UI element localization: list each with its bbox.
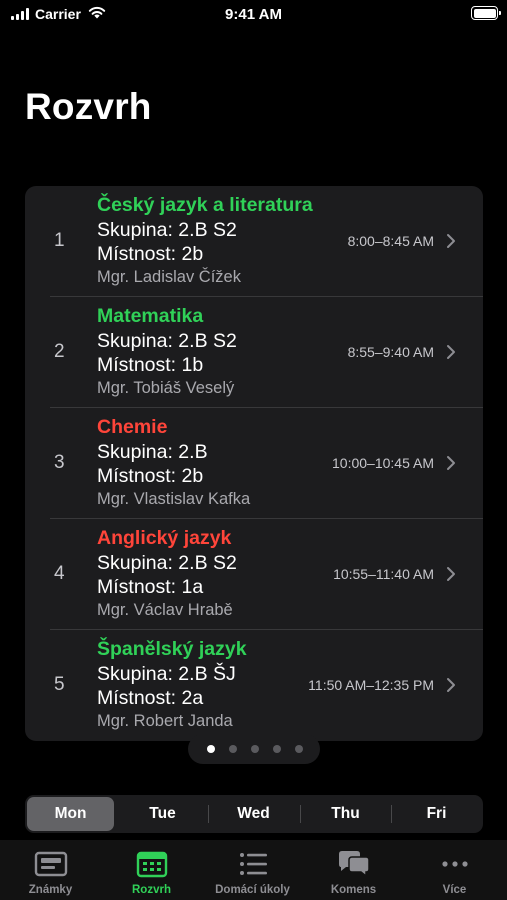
chevron-right-icon [447,345,455,359]
day-segment-thu[interactable]: Thu [302,797,389,831]
chevron-right-icon [447,456,455,470]
tab-label: Známky [28,884,73,896]
lesson-teacher: Mgr. Vlastislav Kafka [97,490,251,508]
lesson-subject: Španělský jazyk [97,638,247,660]
segment-divider [208,805,209,823]
lesson-number: 3 [54,452,65,473]
lesson-room: Místnost: 1b [97,354,204,376]
status-bar: Carrier 9:41 AM [0,0,507,28]
lesson-row[interactable]: 5 Španělský jazyk Skupina: 2.B ŠJ Místno… [25,630,483,741]
day-segment-fri[interactable]: Fri [393,797,480,831]
lesson-teacher: Mgr. Robert Janda [97,712,233,730]
calendar-icon [136,851,167,878]
lesson-subject: Anglický jazyk [97,527,232,549]
lesson-group: Skupina: 2.B [97,441,208,463]
lesson-number: 1 [54,230,65,251]
lesson-time: 8:00–8:45 AM [347,233,434,249]
lesson-number: 2 [54,341,65,362]
page-dot[interactable] [251,745,259,753]
day-segment-tue[interactable]: Tue [119,797,206,831]
lesson-subject: Matematika [97,305,204,327]
lesson-room: Místnost: 2b [97,465,204,487]
lesson-teacher: Mgr. Václav Hrabě [97,601,233,619]
lesson-room: Místnost: 2b [97,243,204,265]
lesson-time: 10:00–10:45 AM [332,455,434,471]
lessons-card: 1 Český jazyk a literatura Skupina: 2.B … [25,186,483,741]
lesson-subject: Chemie [97,416,168,438]
lesson-time: 11:50 AM–12:35 PM [308,677,434,693]
lesson-group: Skupina: 2.B S2 [97,330,237,352]
tab-label: Komens [330,884,377,896]
tab-rozvrh[interactable]: Rozvrh [101,840,202,900]
lesson-time: 8:55–9:40 AM [347,344,434,360]
tab-znamky[interactable]: Známky [0,840,101,900]
page-dot[interactable] [273,745,281,753]
chevron-right-icon [447,567,455,581]
chat-bubbles-icon [338,851,370,878]
lesson-group: Skupina: 2.B ŠJ [97,663,236,685]
page-indicator[interactable] [188,734,320,764]
page-dot[interactable] [295,745,303,753]
tab-bar: Známky Rozvrh Domácí úkoly Komens Více [0,840,507,900]
lesson-subject: Český jazyk a literatura [97,194,313,216]
page-dot[interactable] [229,745,237,753]
lesson-row[interactable]: 4 Anglický jazyk Skupina: 2.B S2 Místnos… [25,519,483,630]
tab-komens[interactable]: Komens [303,840,404,900]
lesson-number: 4 [54,563,65,584]
page-dot[interactable] [207,745,215,753]
tab-label: Rozvrh [132,884,171,896]
segment-divider [300,805,301,823]
status-time: 9:41 AM [225,6,282,23]
grades-icon [34,851,67,877]
lesson-room: Místnost: 2a [97,687,204,709]
lesson-room: Místnost: 1a [97,576,204,598]
tab-vice[interactable]: Více [404,840,505,900]
lesson-group: Skupina: 2.B S2 [97,552,237,574]
chevron-right-icon [447,234,455,248]
day-segmented-control: Mon Tue Wed Thu Fri [25,795,483,833]
lesson-teacher: Mgr. Tobiáš Veselý [97,379,235,397]
tab-label: Domácí úkoly [215,884,290,896]
more-icon [441,861,468,867]
lesson-number: 5 [54,674,65,695]
lesson-row[interactable]: 1 Český jazyk a literatura Skupina: 2.B … [25,186,483,297]
tab-domaci-ukoly[interactable]: Domácí úkoly [202,840,303,900]
lesson-row[interactable]: 3 Chemie Skupina: 2.B Místnost: 2b Mgr. … [25,408,483,519]
segment-divider [391,805,392,823]
list-icon [239,853,267,875]
tab-label: Více [442,884,467,896]
day-segment-mon[interactable]: Mon [27,797,114,831]
page-title: Rozvrh [25,86,152,127]
battery-icon [471,6,501,20]
lesson-teacher: Mgr. Ladislav Čížek [97,268,241,286]
lesson-group: Skupina: 2.B S2 [97,219,237,241]
lesson-time: 10:55–11:40 AM [333,566,434,582]
lesson-row[interactable]: 2 Matematika Skupina: 2.B S2 Místnost: 1… [25,297,483,408]
day-segment-wed[interactable]: Wed [210,797,297,831]
chevron-right-icon [447,678,455,692]
